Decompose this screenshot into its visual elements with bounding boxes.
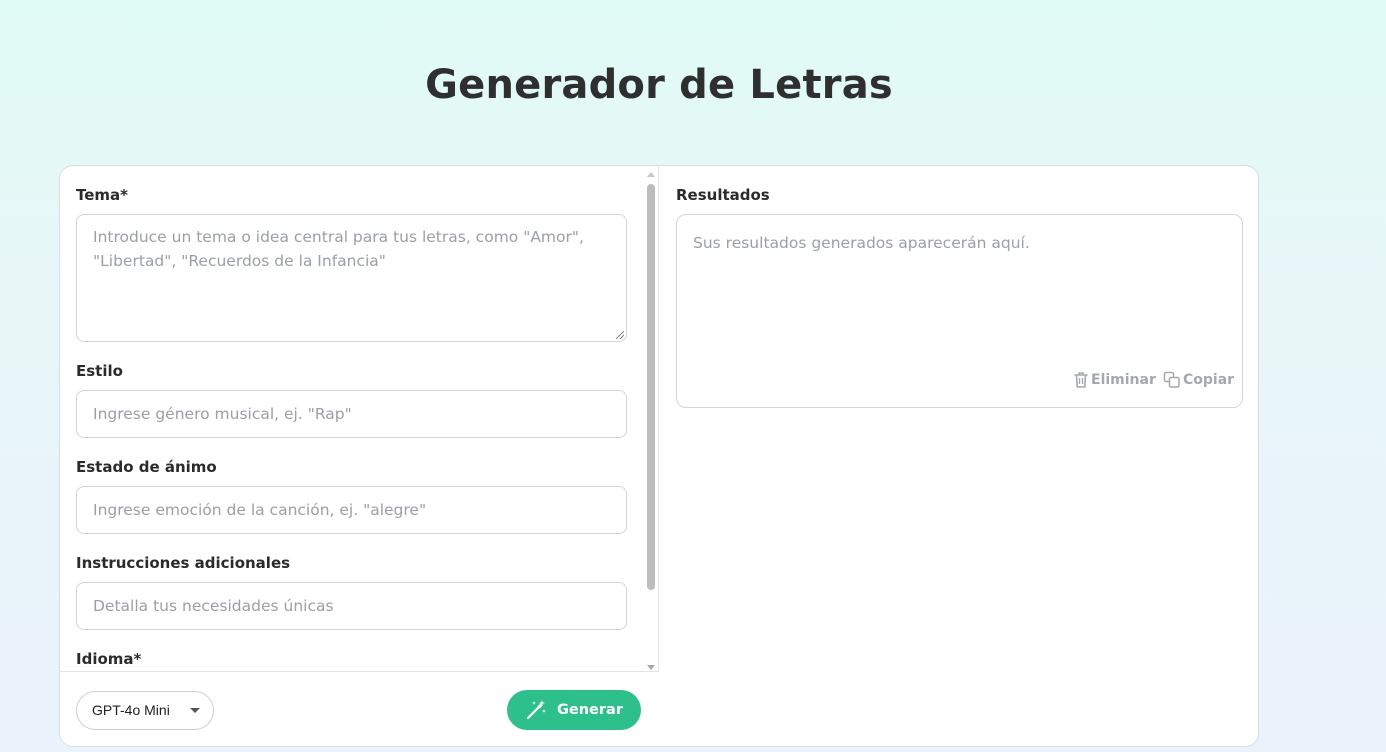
model-select-value: GPT-4o Mini: [92, 702, 170, 718]
estilo-placeholder: Ingrese género musical, ej. "Rap": [93, 405, 352, 423]
scroll-down-arrow-icon[interactable]: [647, 665, 655, 670]
idioma-label: Idioma*: [76, 650, 142, 668]
estilo-label: Estilo: [76, 362, 123, 380]
instrucciones-label: Instrucciones adicionales: [76, 554, 291, 572]
copy-button-label: Copiar: [1183, 372, 1235, 388]
magic-wand-icon: [525, 699, 547, 721]
form-footer: GPT-4o Mini Generar: [60, 671, 659, 746]
generate-button-label: Generar: [557, 702, 623, 718]
form-scroll-area[interactable]: Tema* Introduce un tema o idea central p…: [60, 166, 659, 671]
form-scrollbar[interactable]: [644, 170, 658, 670]
estado-animo-placeholder: Ingrese emoción de la canción, ej. "aleg…: [93, 501, 427, 519]
generate-button[interactable]: Generar: [507, 690, 641, 730]
scroll-up-arrow-icon[interactable]: [647, 172, 655, 177]
instrucciones-input[interactable]: Detalla tus necesidades únicas: [76, 582, 627, 630]
tema-placeholder-line2: "Libertad", "Recuerdos de la Infancia": [93, 252, 386, 270]
results-label: Resultados: [676, 186, 770, 204]
tema-placeholder-line1: Introduce un tema o idea central para tu…: [93, 228, 584, 246]
copy-icon: [1163, 371, 1181, 389]
copy-button[interactable]: Copiar: [1163, 371, 1234, 389]
estado-animo-label: Estado de ánimo: [76, 458, 217, 476]
results-panel: Resultados Sus resultados generados apar…: [660, 166, 1258, 746]
generator-card: Tema* Introduce un tema o idea central p…: [59, 165, 1259, 747]
scrollbar-thumb[interactable]: [647, 184, 655, 590]
results-output[interactable]: Sus resultados generados aparecerán aquí…: [676, 214, 1243, 408]
estado-animo-input[interactable]: Ingrese emoción de la canción, ej. "aleg…: [76, 486, 627, 534]
resize-handle-icon[interactable]: [616, 331, 624, 339]
page-title: Generador de Letras: [425, 62, 893, 108]
estilo-input[interactable]: Ingrese género musical, ej. "Rap": [76, 390, 627, 438]
results-placeholder: Sus resultados generados aparecerán aquí…: [693, 234, 1030, 252]
delete-button-label: Eliminar: [1091, 372, 1156, 388]
delete-button[interactable]: Eliminar: [1073, 371, 1156, 389]
instrucciones-placeholder: Detalla tus necesidades únicas: [93, 597, 334, 615]
tema-textarea[interactable]: Introduce un tema o idea central para tu…: [76, 214, 627, 342]
chevron-down-icon: [190, 708, 200, 713]
trash-icon: [1073, 371, 1089, 389]
tema-label: Tema*: [76, 186, 129, 204]
model-select[interactable]: GPT-4o Mini: [76, 691, 214, 730]
form-panel: Tema* Introduce un tema o idea central p…: [60, 166, 659, 746]
